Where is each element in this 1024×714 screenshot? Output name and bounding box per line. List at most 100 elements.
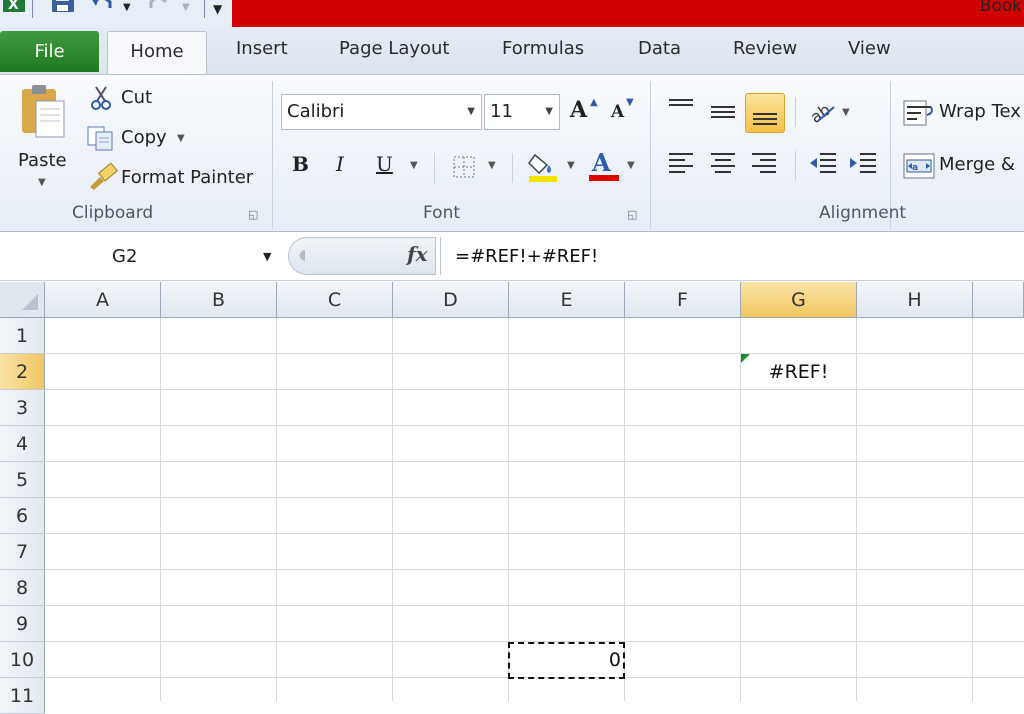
column-header[interactable]: D (393, 282, 509, 318)
gridline (45, 389, 1024, 390)
font-group-label: Font (423, 203, 461, 223)
fill-color-dropdown-icon[interactable]: ▼ (567, 160, 575, 171)
column-header[interactable] (973, 282, 1024, 318)
gridline (972, 318, 973, 701)
column-header[interactable]: H (857, 282, 973, 318)
align-middle-icon[interactable] (709, 103, 737, 123)
gridline (392, 318, 393, 701)
tab-formulas[interactable]: Formulas (502, 38, 584, 59)
redo-icon[interactable] (148, 0, 170, 16)
tab-page-layout[interactable]: Page Layout (339, 38, 450, 59)
borders-dropdown-icon[interactable]: ▼ (488, 160, 496, 171)
window-title: Book (979, 0, 1022, 16)
paste-button[interactable]: Paste (18, 150, 67, 171)
row-header[interactable]: 9 (0, 606, 45, 642)
bold-button[interactable]: B (292, 152, 309, 176)
cell-g2[interactable]: #REF! (741, 354, 856, 390)
format-painter-icon[interactable] (86, 163, 118, 191)
fill-color-icon[interactable] (527, 151, 559, 183)
column-header[interactable]: E (509, 282, 625, 318)
copy-button[interactable]: Copy (121, 127, 167, 148)
tab-data[interactable]: Data (638, 38, 681, 59)
splitter-handle-icon[interactable]: ◖ (299, 247, 306, 263)
customize-icon[interactable]: ▼ (213, 2, 222, 16)
separator (795, 97, 796, 127)
cut-icon[interactable] (90, 85, 112, 111)
tab-review[interactable]: Review (733, 38, 797, 59)
format-painter-button[interactable]: Format Painter (121, 167, 253, 188)
orientation-dropdown-icon[interactable]: ▼ (842, 107, 850, 118)
row-header[interactable]: 6 (0, 498, 45, 534)
ribbon: Paste ▼ Cut Copy ▼ Format Painter Clipbo… (0, 74, 1024, 232)
font-size-combo[interactable]: 11 ▼ (484, 94, 560, 130)
row-header-selected[interactable]: 2 (0, 354, 45, 390)
font-color-dropdown-icon[interactable]: ▼ (627, 160, 635, 171)
copy-dropdown-icon[interactable]: ▼ (177, 133, 185, 144)
column-header-selected[interactable]: G (741, 282, 857, 318)
cell-e10[interactable]: 0 (509, 642, 621, 678)
row-header[interactable]: 1 (0, 318, 45, 354)
decrease-indent-icon[interactable] (808, 151, 838, 177)
font-launcher-icon[interactable]: ◱ (627, 208, 637, 221)
formula-input[interactable] (440, 237, 1024, 275)
gridline (45, 569, 1024, 570)
chevron-down-icon[interactable]: ▼ (545, 95, 553, 129)
column-header[interactable]: C (277, 282, 393, 318)
merge-icon[interactable]: a (903, 153, 935, 179)
borders-icon[interactable] (452, 155, 476, 179)
increase-indent-icon[interactable] (848, 151, 878, 177)
tab-home[interactable]: Home (107, 31, 207, 74)
separator (434, 153, 435, 183)
tab-file[interactable]: File (0, 31, 99, 72)
alignment-group-label: Alignment (819, 203, 907, 223)
tab-view[interactable]: View (848, 38, 891, 59)
worksheet-grid[interactable]: A B C D E F G H 1 2 3 4 5 6 7 8 9 10 11 … (0, 282, 1024, 714)
chevron-down-icon[interactable]: ▼ (263, 240, 271, 274)
name-box[interactable]: G2 ▼ (0, 240, 286, 274)
tab-insert[interactable]: Insert (236, 38, 288, 59)
font-name-combo[interactable]: Calibri ▼ (281, 94, 482, 130)
select-all-corner[interactable] (0, 282, 45, 318)
align-right-icon[interactable] (750, 151, 778, 177)
wrap-text-button[interactable]: Wrap Tex (939, 101, 1021, 122)
orientation-icon[interactable]: ab (808, 99, 838, 125)
row-header[interactable]: 8 (0, 570, 45, 606)
wrap-text-icon[interactable] (903, 99, 935, 127)
align-bottom-button[interactable] (745, 93, 785, 133)
row-header[interactable]: 5 (0, 462, 45, 498)
row-header[interactable]: 11 (0, 678, 45, 714)
paste-dropdown-icon[interactable]: ▼ (38, 177, 46, 188)
font-size-value: 11 (490, 101, 513, 122)
save-icon[interactable] (50, 0, 76, 16)
column-header[interactable]: B (161, 282, 277, 318)
underline-button[interactable]: U (376, 152, 393, 176)
grow-font-button[interactable]: A (570, 97, 587, 123)
column-header[interactable]: F (625, 282, 741, 318)
row-header[interactable]: 4 (0, 426, 45, 462)
italic-button[interactable]: I (336, 152, 344, 176)
paste-icon[interactable] (18, 83, 68, 139)
shrink-font-button[interactable]: A (611, 102, 624, 122)
copy-icon[interactable] (86, 125, 116, 151)
column-header[interactable]: A (45, 282, 161, 318)
undo-dropdown-icon[interactable]: ▼ (123, 2, 131, 13)
cut-button[interactable]: Cut (121, 87, 152, 108)
insert-function-button[interactable]: fx (407, 242, 428, 266)
align-center-icon[interactable] (709, 151, 737, 177)
undo-icon[interactable] (90, 0, 114, 16)
gridline (45, 353, 1024, 354)
align-top-icon[interactable] (667, 97, 695, 117)
clipboard-launcher-icon[interactable]: ◱ (248, 208, 258, 221)
ribbon-tabs: File Home Insert Page Layout Formulas Da… (0, 28, 1024, 74)
align-left-icon[interactable] (667, 151, 695, 177)
underline-dropdown-icon[interactable]: ▼ (410, 160, 418, 171)
row-header[interactable]: 3 (0, 390, 45, 426)
row-header[interactable]: 7 (0, 534, 45, 570)
svg-text:ab: ab (808, 100, 834, 125)
chevron-down-icon[interactable]: ▼ (467, 95, 475, 129)
align-bottom-icon (753, 113, 777, 125)
redo-dropdown-icon[interactable]: ▼ (182, 2, 190, 13)
row-header[interactable]: 10 (0, 642, 45, 678)
merge-button[interactable]: Merge & (939, 154, 1015, 175)
font-color-button[interactable]: A (592, 148, 611, 177)
